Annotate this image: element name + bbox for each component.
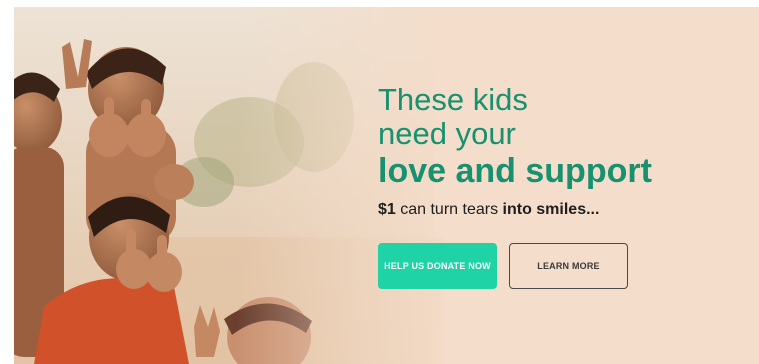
hero-content: These kids need your love and support $1… bbox=[378, 83, 758, 289]
headline-line-3: love and support bbox=[378, 152, 652, 190]
hero-actions: HELP US DONATE NOW LEARN MORE bbox=[378, 243, 758, 291]
tagline-smiles: into smiles... bbox=[502, 201, 600, 218]
hero-tagline: $1 can turn tears into smiles... bbox=[378, 201, 758, 219]
headline-line-1: These kids bbox=[378, 82, 528, 117]
hero-banner: These kids need your love and support $1… bbox=[14, 7, 759, 364]
tagline-amount: $1 bbox=[378, 201, 396, 218]
learn-more-button[interactable]: LEARN MORE bbox=[509, 243, 628, 289]
tagline-middle: can turn tears bbox=[395, 201, 503, 218]
donate-button[interactable]: HELP US DONATE NOW bbox=[378, 243, 497, 289]
hero-headline: These kids need your love and support bbox=[378, 83, 758, 191]
headline-line-2: need your bbox=[378, 116, 516, 151]
